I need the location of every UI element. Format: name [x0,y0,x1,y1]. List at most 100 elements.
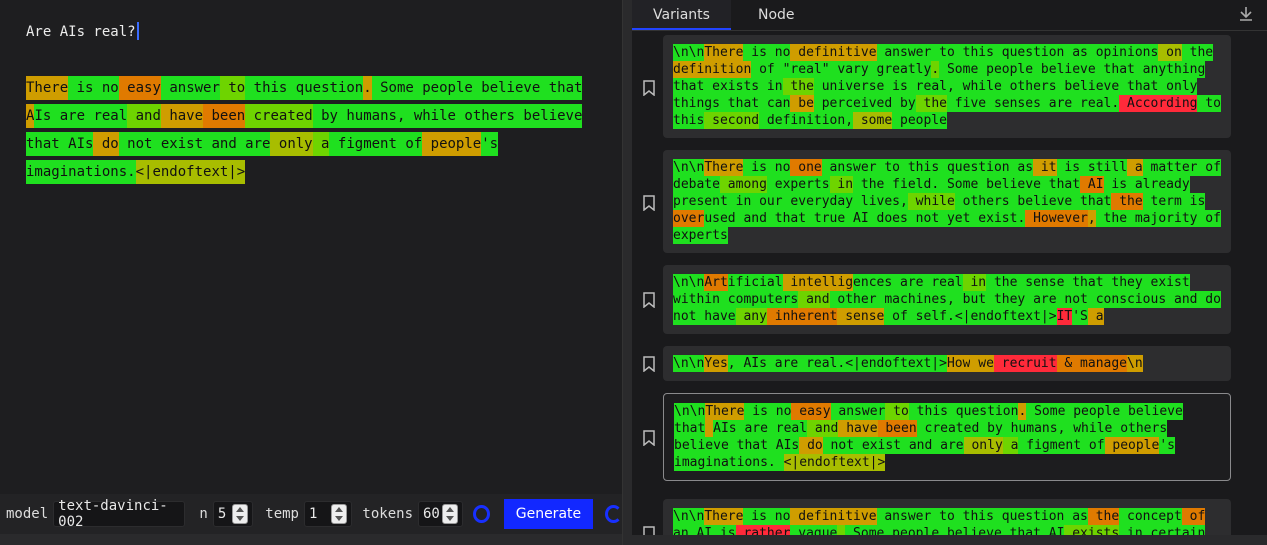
token[interactable] [767,437,776,454]
token[interactable] [775,454,784,471]
token[interactable]: answer [876,508,932,525]
token[interactable]: some [853,112,893,129]
model-field[interactable]: text-davinci-002 [53,498,186,530]
bookmark-icon[interactable] [643,292,655,308]
token[interactable]: experts [673,227,728,244]
token[interactable]: that [766,210,807,227]
token[interactable]: believe [1009,193,1073,210]
token[interactable]: senses [986,95,1041,112]
prompt-text[interactable]: Are AIs real? [26,22,139,40]
token[interactable]: of [1081,437,1105,454]
token[interactable]: AIs [59,132,94,156]
token[interactable]: not [822,437,855,454]
token[interactable]: of [884,308,908,325]
token[interactable]: . [946,308,955,325]
token[interactable]: people [1065,403,1121,420]
token[interactable]: of [396,132,423,156]
token[interactable]: "real" [774,61,830,78]
token[interactable]: that [1072,193,1112,210]
token[interactable]: Some [1026,403,1066,420]
bookmark-icon[interactable] [643,79,655,96]
token[interactable]: have [160,104,204,128]
token[interactable]: sense [1017,274,1065,291]
token[interactable]: only [963,437,1003,454]
token[interactable]: rather [735,525,791,535]
token[interactable]: , [1087,210,1096,227]
token[interactable]: and [735,210,767,227]
token[interactable]: not [907,210,940,227]
token[interactable]: <|endoftext|> [783,454,886,471]
token[interactable]: exist [152,132,204,156]
token[interactable]: There [704,508,744,525]
token[interactable]: majority [1127,210,1198,227]
token[interactable]: as [1064,508,1088,525]
token[interactable]: believe [1120,403,1183,420]
token[interactable]: believe [1056,78,1120,95]
variant-card[interactable]: \n\nYes, AIs are real.<|endoftext|>How w… [663,346,1231,381]
token[interactable]: answer [876,44,932,61]
token[interactable]: and [798,291,830,308]
token[interactable]: definitive [790,508,877,525]
token[interactable]: have [838,420,878,437]
token[interactable]: by [892,95,916,112]
token[interactable]: is [1056,159,1081,176]
token[interactable]: are [892,274,924,291]
token[interactable]: in [759,78,783,95]
token[interactable]: definitive [790,44,877,61]
token[interactable]: , [900,193,908,210]
token[interactable]: Yes [704,355,728,372]
token[interactable]: exists [1064,525,1120,535]
token[interactable]: , [727,355,736,372]
token[interactable]: AIs [775,437,800,454]
token[interactable]: easy [118,76,161,100]
token[interactable]: five [946,95,987,112]
token[interactable]: are [766,355,799,372]
token[interactable]: people [884,525,940,535]
token[interactable]: people [892,112,947,129]
token[interactable]: believe [514,104,583,128]
token[interactable]: . [767,454,776,471]
token[interactable]: conscious [1087,291,1167,308]
token[interactable]: not [1056,291,1088,308]
token[interactable]: that [1001,525,1041,535]
token[interactable]: on [1158,44,1182,61]
token[interactable]: is [1103,176,1128,193]
variant-card[interactable]: \n\nThere is no easy answer to this ques… [663,393,1231,481]
token[interactable]: \n\n [673,508,705,525]
token[interactable]: computers [719,291,799,308]
n-field[interactable]: 5 [212,501,254,527]
token[interactable]: people [413,76,473,100]
token[interactable]: . [931,176,940,193]
token[interactable]: to [876,159,901,176]
token[interactable]: . [363,76,372,100]
token[interactable]: imaginations [674,454,768,471]
token[interactable]: to [885,403,909,420]
token[interactable]: certain [1142,525,1206,535]
token[interactable]: are [236,132,271,156]
token[interactable]: definition [673,61,752,78]
token[interactable]: exist [970,210,1018,227]
token[interactable]: while [405,104,456,128]
token[interactable]: ences [853,274,893,291]
n-stepper[interactable] [232,504,249,524]
tokens-stepper[interactable] [441,504,458,524]
token[interactable]: no [766,44,791,61]
token[interactable]: this [900,159,940,176]
collapse-down-icon[interactable] [1239,6,1253,22]
token[interactable]: Art [704,274,728,291]
token[interactable]: & [1056,355,1073,372]
token[interactable]: a [1087,308,1104,325]
token[interactable]: believe [674,437,729,454]
token[interactable]: and [807,420,839,437]
token[interactable]: no [766,159,791,176]
token[interactable]: one [790,159,822,176]
token[interactable]: answer [821,159,877,176]
token[interactable]: experts [766,176,830,193]
token[interactable]: this [245,76,288,100]
variant-card[interactable]: \n\nThere is no one answer to this quest… [663,150,1231,253]
token[interactable]: that [540,76,583,100]
token[interactable]: that [1119,78,1159,95]
token[interactable]: are [1040,95,1073,112]
token[interactable]: others [954,193,1010,210]
token[interactable]: Some [939,176,979,193]
